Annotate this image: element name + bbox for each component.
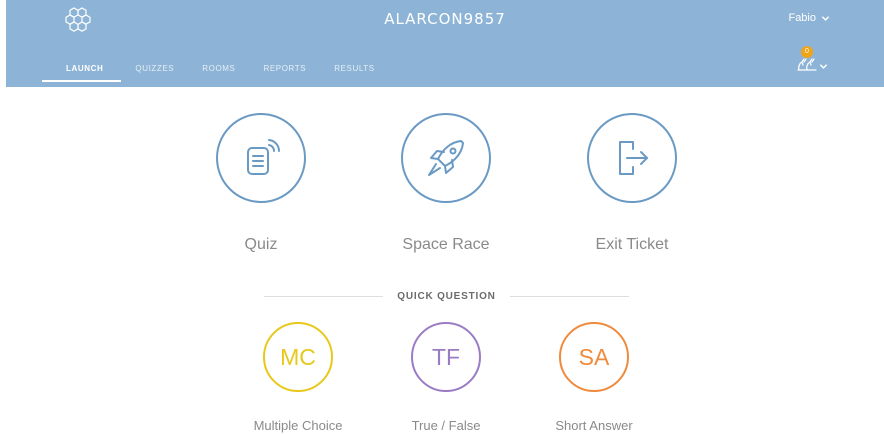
quiz-label: Quiz bbox=[244, 236, 278, 253]
multiple-choice-label: Multiple Choice bbox=[253, 418, 343, 433]
multiple-choice-circle[interactable]: MC bbox=[263, 322, 333, 392]
user-menu[interactable]: Fabio bbox=[788, 12, 830, 24]
launch-exit-ticket[interactable]: Exit Ticket bbox=[542, 113, 722, 254]
launch-space-race[interactable]: Space Race bbox=[356, 113, 536, 254]
short-answer-label: Short Answer bbox=[555, 418, 633, 433]
raised-hands-icon bbox=[797, 58, 817, 71]
short-answer-circle[interactable]: SA bbox=[559, 322, 629, 392]
quick-question-title: QUICK QUESTION bbox=[397, 290, 496, 302]
user-name: Fabio bbox=[788, 12, 816, 24]
exit-ticket-label: Exit Ticket bbox=[595, 236, 669, 253]
tab-quizzes[interactable]: QUIZZES bbox=[121, 62, 188, 82]
divider bbox=[509, 295, 629, 297]
quick-short-answer[interactable]: SA Short Answer bbox=[524, 322, 664, 433]
tab-reports[interactable]: REPORTS bbox=[249, 62, 320, 82]
quiz-broadcast-icon bbox=[247, 139, 281, 175]
room-name: ALARCON9857 bbox=[384, 10, 506, 28]
true-false-label: True / False bbox=[411, 418, 481, 433]
tab-results[interactable]: RESULTS bbox=[320, 62, 389, 82]
chevron-down-icon bbox=[819, 64, 828, 69]
divider bbox=[264, 295, 384, 297]
tab-rooms[interactable]: ROOMS bbox=[188, 62, 249, 82]
tab-launch[interactable]: LAUNCH bbox=[42, 62, 122, 82]
top-header: ALARCON9857 Fabio LAUNCH QUIZZES ROOMS R… bbox=[6, 0, 884, 87]
quick-true-false[interactable]: TF True / False bbox=[376, 322, 516, 433]
rocket-icon bbox=[428, 140, 464, 176]
space-race-circle[interactable] bbox=[401, 113, 491, 203]
quick-multiple-choice[interactable]: MC Multiple Choice bbox=[228, 322, 368, 433]
exit-ticket-circle[interactable] bbox=[587, 113, 677, 203]
nav-tabs: LAUNCH QUIZZES ROOMS REPORTS RESULTS bbox=[42, 62, 389, 82]
quiz-circle[interactable] bbox=[216, 113, 306, 203]
space-race-label: Space Race bbox=[402, 236, 490, 253]
launch-quiz[interactable]: Quiz bbox=[171, 113, 351, 254]
exit-door-icon bbox=[619, 141, 648, 175]
quick-question-heading: QUICK QUESTION bbox=[264, 288, 629, 304]
chevron-down-icon bbox=[821, 15, 830, 21]
true-false-circle[interactable]: TF bbox=[411, 322, 481, 392]
notifications-menu[interactable]: 0 bbox=[796, 46, 832, 76]
